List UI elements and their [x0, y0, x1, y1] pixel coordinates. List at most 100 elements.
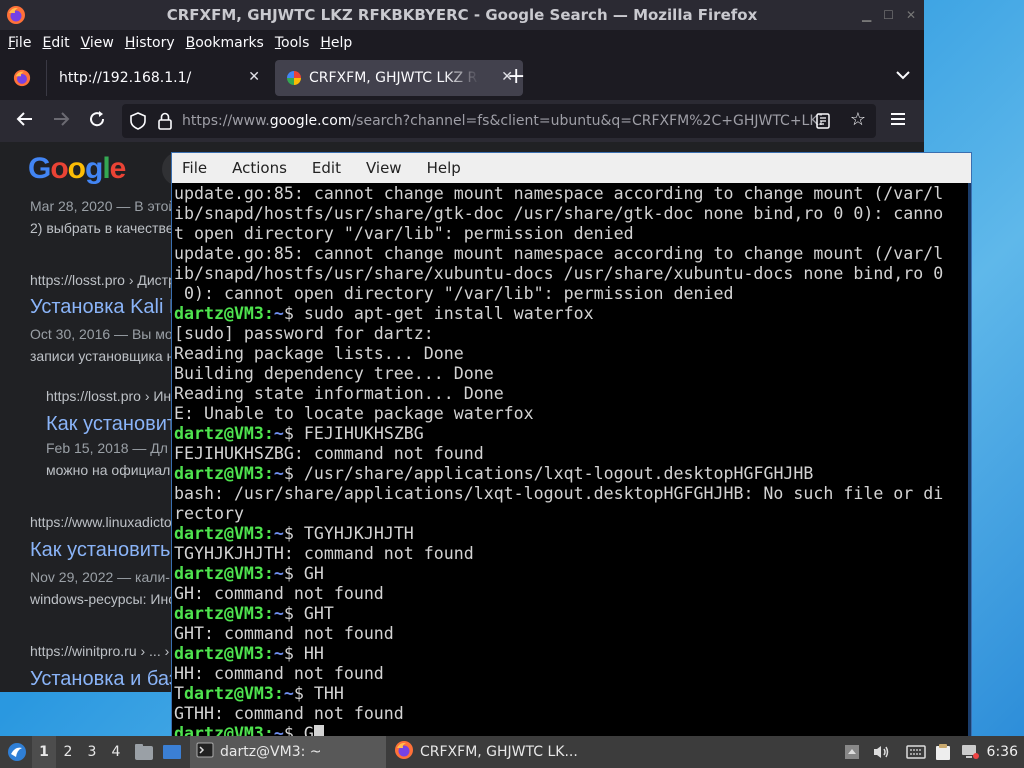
output-text: Reading state information... Done	[174, 384, 504, 403]
command-text: $ THH	[293, 684, 344, 703]
forward-button[interactable]	[52, 110, 70, 133]
eject-icon[interactable]	[844, 736, 860, 768]
app-menu-icon[interactable]	[6, 736, 28, 768]
output-text: [sudo] password for dartz:	[174, 324, 434, 343]
taskbar-task-terminal[interactable]: dartz@VM3: ~	[190, 736, 386, 768]
terminal-line: Reading package lists... Done	[174, 344, 971, 364]
firefox-titlebar: CRFXFM, GHJWTC LKZ RFKBKBYERC - Google S…	[0, 0, 924, 30]
terminal-line: Building dependency tree... Done	[174, 364, 971, 384]
workspace-4[interactable]: 4	[104, 736, 128, 768]
output-text: t open directory "/var/lib": permission …	[174, 224, 634, 243]
result-date: Nov 29, 2022 — кали-	[30, 569, 170, 585]
output-text: TGYHJKJHJTH: command not found	[174, 544, 474, 563]
menu-tools[interactable]: Tools	[275, 35, 310, 51]
prompt-user-host: dartz@VM3	[174, 424, 264, 443]
workspace-2[interactable]: 2	[56, 736, 80, 768]
firefox-menubar: File Edit View History Bookmarks Tools H…	[0, 30, 924, 56]
prompt-path: ~	[273, 304, 284, 323]
keyboard-icon[interactable]	[906, 736, 926, 768]
tab-google-search[interactable]: CRFXFM, GHJWTC LKZ RFKBKBYERC ✕	[275, 60, 523, 96]
clock[interactable]: 6:36	[987, 736, 1018, 768]
output-text: Reading package lists... Done	[174, 344, 464, 363]
term-menu-help[interactable]: Help	[427, 159, 461, 177]
result-cite[interactable]: https://losst.pro › Дистр	[30, 272, 176, 288]
result-cite[interactable]: https://winitpro.ru › ... ›	[30, 643, 169, 659]
url-text[interactable]: https://www.google.com/search?channel=fs…	[182, 113, 822, 129]
prompt-path: ~	[273, 604, 284, 623]
output-text: 0): cannot open directory "/var/lib": pe…	[174, 284, 734, 303]
show-desktop-icon[interactable]	[162, 736, 182, 768]
result-cite[interactable]: https://losst.pro › Ин	[46, 388, 171, 404]
command-text: $ TGYHJKJHJTH	[283, 524, 414, 543]
network-icon[interactable]	[960, 736, 980, 768]
close-tab-icon[interactable]: ✕	[248, 69, 260, 85]
workspace-1[interactable]: 1	[32, 736, 56, 768]
url-bar[interactable]: https://www.google.com/search?channel=fs…	[122, 104, 876, 138]
tab-router[interactable]: http://192.168.1.1/ ✕	[46, 60, 270, 96]
output-text: GHT: command not found	[174, 624, 394, 643]
output-text: rectory	[174, 504, 244, 523]
output-text: ib/snapd/hostfs/usr/share/gtk-doc /usr/s…	[174, 204, 944, 223]
window-title: CRFXFM, GHJWTC LKZ RFKBKBYERC - Google S…	[166, 6, 758, 24]
term-menu-file[interactable]: File	[182, 159, 207, 177]
result-snippet: windows-ресурсы: Инс	[30, 591, 176, 607]
result-cite[interactable]: https://www.linuxadicto	[30, 514, 172, 530]
prompt-path: ~	[273, 644, 284, 663]
menu-history[interactable]: History	[125, 35, 175, 51]
result-snippet: можно на официал	[46, 462, 171, 478]
menu-bookmarks[interactable]: Bookmarks	[186, 35, 264, 51]
terminal-line: Tdartz@VM3:~$ THH	[174, 684, 344, 703]
app-menu-icon[interactable]	[890, 111, 906, 130]
output-text: update.go:85: cannot change mount namesp…	[174, 184, 944, 203]
terminal-line: TGYHJKJHJTH: command not found	[174, 544, 971, 564]
volume-icon[interactable]	[872, 736, 890, 768]
reload-button[interactable]	[88, 110, 106, 133]
terminal-output[interactable]: update.go:85: cannot change mount namesp…	[172, 183, 971, 737]
list-all-tabs-icon[interactable]	[896, 68, 910, 84]
terminal-line: update.go:85: cannot change mount namesp…	[174, 184, 971, 204]
tracking-protection-icon[interactable]	[130, 112, 146, 134]
result-link[interactable]: Установка и баз	[30, 668, 178, 691]
prompt-user-host: dartz@VM3	[174, 304, 264, 323]
result-link[interactable]: Как установит	[46, 413, 176, 436]
result-link[interactable]: Как установить	[30, 539, 170, 562]
term-menu-view[interactable]: View	[366, 159, 402, 177]
google-favicon-icon	[287, 71, 301, 85]
menu-file[interactable]: File	[8, 35, 31, 51]
term-menu-actions[interactable]: Actions	[232, 159, 287, 177]
result-link[interactable]: Установка Kali L	[30, 296, 180, 319]
taskbar-task-firefox[interactable]: CRFXFM, GHJWTC LK...	[388, 736, 588, 768]
bookmark-star-icon[interactable]: ☆	[850, 109, 866, 130]
terminal-icon	[196, 742, 214, 762]
taskbar: 1 2 3 4 dartz@VM3: ~ CRFXFM, GHJWTC LK..…	[0, 736, 1024, 768]
workspace-3[interactable]: 3	[80, 736, 104, 768]
firefox-view-icon[interactable]	[13, 69, 31, 91]
menu-edit[interactable]: Edit	[42, 35, 69, 51]
output-text: GTHH: command not found	[174, 704, 404, 723]
menu-help[interactable]: Help	[320, 35, 352, 51]
lock-icon[interactable]	[158, 112, 172, 134]
terminal-line: dartz@VM3:~$ TGYHJKJHJTH	[174, 524, 414, 543]
prompt-path: ~	[273, 424, 284, 443]
back-button[interactable]	[16, 110, 34, 133]
result-date: Feb 15, 2018 — Дл	[46, 440, 168, 456]
clipboard-icon[interactable]	[934, 736, 952, 768]
terminal-line: GH: command not found	[174, 584, 971, 604]
minimize-button[interactable]: ▁	[862, 8, 871, 22]
terminal-line: 0): cannot open directory "/var/lib": pe…	[174, 284, 971, 304]
file-manager-icon[interactable]	[134, 736, 154, 768]
maximize-button[interactable]: ☐	[883, 8, 894, 22]
term-menu-edit[interactable]: Edit	[312, 159, 341, 177]
command-text: $ HH	[283, 644, 324, 663]
google-logo[interactable]: Google	[28, 152, 126, 186]
terminal-menubar: File Actions Edit View Help	[172, 153, 971, 183]
prompt-user-host: dartz@VM3	[174, 644, 264, 663]
close-window-button[interactable]: ✕	[906, 8, 916, 22]
new-tab-button[interactable]: +	[507, 64, 525, 89]
prompt-user-host: dartz@VM3	[174, 464, 264, 483]
result-date: Oct 30, 2016 — Вы мо	[30, 326, 173, 342]
firefox-icon	[394, 740, 414, 764]
menu-view[interactable]: View	[81, 35, 114, 51]
terminal-scrollbar[interactable]	[968, 183, 971, 737]
reader-view-icon[interactable]	[816, 113, 830, 133]
